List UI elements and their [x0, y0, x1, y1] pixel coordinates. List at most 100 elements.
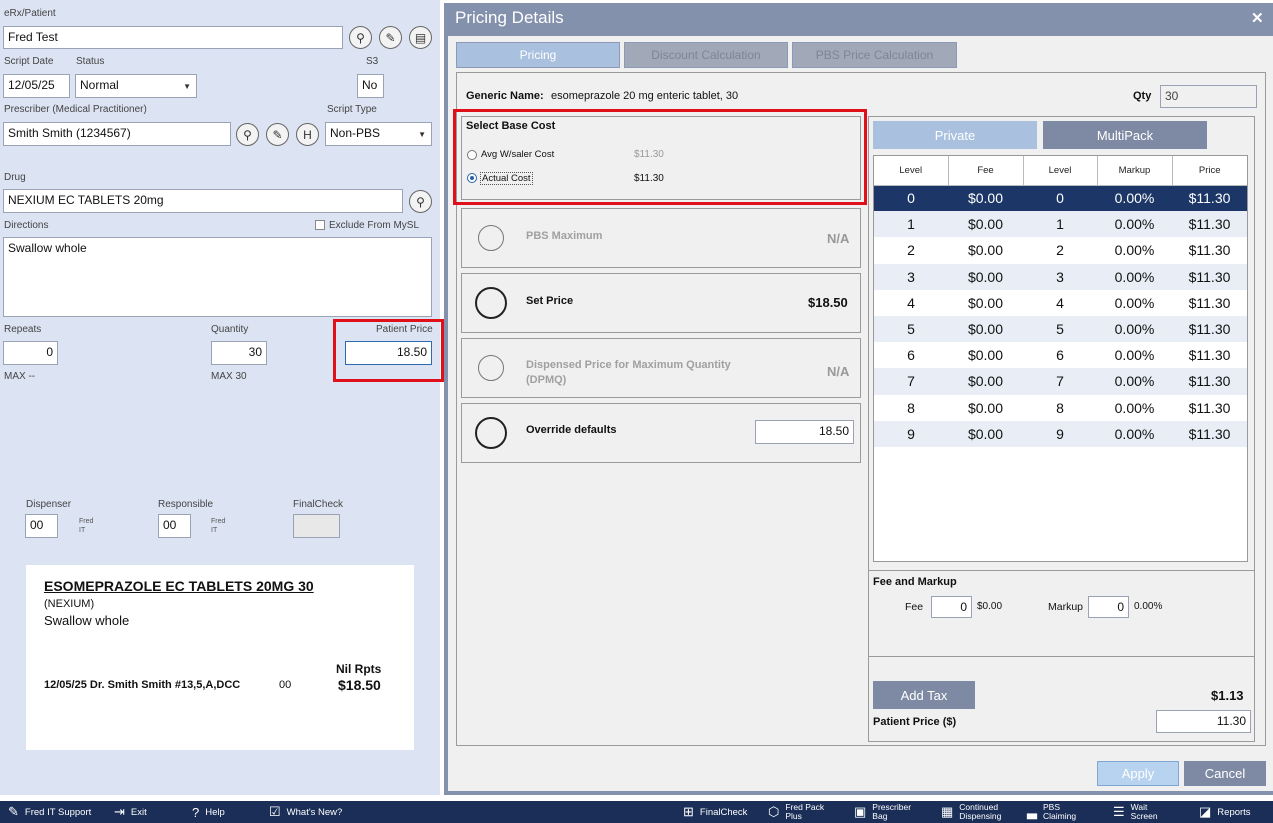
repeats-max: MAX --: [4, 371, 36, 382]
prescriber-search-button[interactable]: ⚲: [236, 123, 259, 146]
override-field[interactable]: 18.50: [755, 420, 854, 444]
table-row[interactable]: 0 $0.00 0 0.00% $11.30: [874, 185, 1247, 212]
pbs-claiming-button[interactable]: ▃ PBS Claiming: [1027, 801, 1076, 823]
markup-field[interactable]: 0: [1088, 596, 1129, 618]
whats-new-button[interactable]: ☑ What's New?: [269, 801, 342, 823]
continued-dispensing-button[interactable]: ▦ Continued Dispensing: [941, 801, 1001, 823]
exit-label: Exit: [130, 806, 147, 818]
table-row[interactable]: 4 $0.00 4 0.00% $11.30: [874, 289, 1247, 316]
fred-it-support-button[interactable]: ✎ Fred IT Support: [8, 801, 91, 823]
script-date-label: Script Date: [4, 56, 54, 67]
set-price-option[interactable]: [461, 273, 861, 333]
multipack-tab[interactable]: MultiPack: [1043, 121, 1207, 149]
cell-level: 3: [874, 263, 948, 290]
directions-textarea[interactable]: Swallow whole: [3, 237, 432, 317]
pbs-maximum-option[interactable]: [461, 208, 861, 268]
pbs-maximum-radio[interactable]: [478, 225, 504, 251]
drug-field[interactable]: NEXIUM EC TABLETS 20mg: [3, 189, 403, 213]
avg-wsaler-radio[interactable]: [467, 150, 477, 160]
cell-level-2: 2: [1023, 237, 1097, 264]
avg-wsaler-value: $11.30: [634, 149, 664, 160]
cell-price: $11.30: [1172, 420, 1247, 447]
wait-screen-button[interactable]: ☰ Wait Screen: [1113, 801, 1158, 823]
s3-field[interactable]: No: [357, 74, 384, 98]
checklist-icon: ☑: [269, 804, 281, 819]
actual-cost-radio[interactable]: [467, 173, 477, 183]
pbs-maximum-value: N/A: [827, 231, 850, 246]
dispenser-label: Dispenser: [26, 499, 72, 510]
close-icon[interactable]: ✕: [1251, 9, 1264, 27]
cell-level-2: 7: [1023, 368, 1097, 395]
label-preview: ESOMEPRAZOLE EC TABLETS 20MG 30 (NEXIUM)…: [26, 565, 414, 750]
col-price: Price: [1172, 156, 1247, 186]
override-radio[interactable]: [475, 417, 507, 449]
fee-field[interactable]: 0: [931, 596, 972, 618]
patient-search-button[interactable]: ⚲: [349, 26, 372, 49]
help-icon: ?: [192, 804, 200, 820]
table-row[interactable]: 3 $0.00 3 0.00% $11.30: [874, 263, 1247, 290]
drug-search-button[interactable]: ⚲: [409, 190, 432, 213]
cell-price: $11.30: [1172, 237, 1247, 264]
finalcheck-button[interactable]: ⊞ FinalCheck: [683, 801, 747, 823]
patient-edit-button[interactable]: ✎: [379, 26, 402, 49]
prescriber-edit-button[interactable]: ✎: [266, 123, 289, 146]
dispenser-field[interactable]: 00: [25, 514, 58, 538]
reports-button[interactable]: ◪ Reports: [1199, 801, 1251, 823]
dropdown-arrow-icon: ▼: [418, 130, 426, 139]
dispenser-name-2: IT: [79, 527, 86, 534]
status-dropdown[interactable]: Normal ▼: [75, 74, 197, 98]
patient-price-total-field[interactable]: 11.30: [1156, 710, 1251, 733]
tab-pricing[interactable]: Pricing: [456, 42, 620, 68]
qty-field[interactable]: 30: [1160, 85, 1257, 108]
help-button[interactable]: ? Help: [192, 801, 225, 823]
table-row[interactable]: 7 $0.00 7 0.00% $11.30: [874, 368, 1247, 395]
label-drug-title: ESOMEPRAZOLE EC TABLETS 20MG 30: [44, 578, 314, 594]
table-row[interactable]: 9 $0.00 9 0.00% $11.30: [874, 420, 1247, 447]
tab-discount-calculation[interactable]: Discount Calculation: [624, 42, 788, 68]
cell-price: $11.30: [1172, 211, 1247, 238]
script-type-dropdown[interactable]: Non-PBS ▼: [325, 122, 432, 146]
table-row[interactable]: 2 $0.00 2 0.00% $11.30: [874, 237, 1247, 264]
fred-pack-plus-button[interactable]: ⬡ Fred Pack Plus: [768, 801, 824, 823]
cell-level-2: 4: [1023, 289, 1097, 316]
table-row[interactable]: 6 $0.00 6 0.00% $11.30: [874, 342, 1247, 369]
responsible-field[interactable]: 00: [158, 514, 191, 538]
cell-markup: 0.00%: [1097, 289, 1172, 316]
cell-fee: $0.00: [948, 394, 1023, 421]
search-icon: ⚲: [416, 194, 425, 209]
table-row[interactable]: 8 $0.00 8 0.00% $11.30: [874, 394, 1247, 421]
table-row[interactable]: 5 $0.00 5 0.00% $11.30: [874, 315, 1247, 343]
quantity-field[interactable]: 30: [211, 341, 267, 365]
hospital-button[interactable]: H: [296, 123, 319, 146]
cell-level: 5: [874, 315, 948, 343]
cell-markup: 0.00%: [1097, 394, 1172, 421]
finalcheck-label: FinalCheck: [699, 806, 748, 818]
fred-pack-label-2: Plus: [785, 811, 802, 821]
exit-button[interactable]: ⇥ Exit: [114, 801, 147, 823]
script-date-field[interactable]: 12/05/25: [3, 74, 70, 98]
cancel-button[interactable]: Cancel: [1184, 761, 1266, 786]
finalcheck-field[interactable]: [293, 514, 340, 538]
cell-markup: 0.00%: [1097, 211, 1172, 238]
cell-price: $11.30: [1172, 394, 1247, 421]
prescriber-bag-button[interactable]: ▣ Prescriber Bag: [854, 801, 911, 823]
patient-price-field[interactable]: 18.50: [345, 341, 432, 365]
private-tab[interactable]: Private: [873, 121, 1037, 149]
dpmq-radio[interactable]: [478, 355, 504, 381]
patient-price-label: Patient Price: [376, 324, 433, 335]
prescriber-field[interactable]: Smith Smith (1234567): [3, 122, 231, 146]
dialog-title: Pricing Details: [455, 8, 564, 27]
dpmq-value: N/A: [827, 364, 850, 379]
table-row[interactable]: 1 $0.00 1 0.00% $11.30: [874, 211, 1247, 238]
tab-pbs-price-calculation[interactable]: PBS Price Calculation: [792, 42, 957, 68]
responsible-name: Fred: [211, 518, 226, 525]
exclude-mysl-checkbox[interactable]: [315, 220, 325, 230]
add-tax-button[interactable]: Add Tax: [873, 681, 975, 709]
set-price-radio[interactable]: [475, 287, 507, 319]
print-button[interactable]: ▤: [409, 26, 432, 49]
repeats-field[interactable]: 0: [3, 341, 58, 365]
apply-button[interactable]: Apply: [1097, 761, 1179, 786]
patient-field[interactable]: Fred Test: [3, 26, 343, 49]
script-type-label: Script Type: [327, 104, 377, 115]
finalcheck-icon: ⊞: [683, 804, 694, 819]
